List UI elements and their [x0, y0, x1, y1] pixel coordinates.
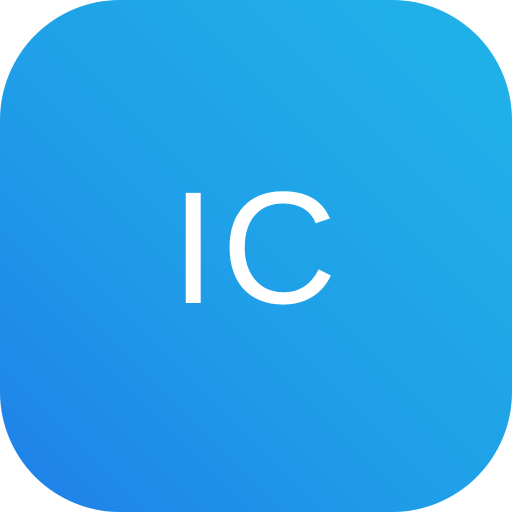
app-icon-label: IC [171, 158, 343, 337]
app-icon-tile[interactable]: IC [0, 0, 512, 512]
